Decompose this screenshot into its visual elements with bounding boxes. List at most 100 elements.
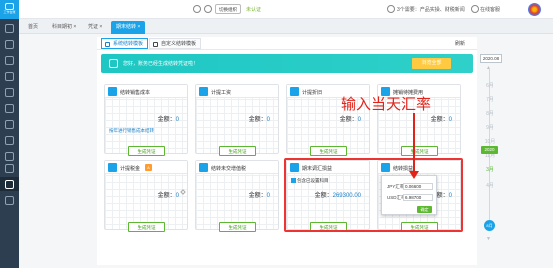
card-amount: 金额：0 bbox=[249, 114, 270, 123]
annotation-arrow bbox=[413, 113, 415, 173]
month-item[interactable]: 8月 bbox=[483, 110, 497, 117]
card-amount: 金额：0 bbox=[158, 190, 179, 199]
card-amount: 金额：0 bbox=[249, 190, 270, 199]
tab-bar: 首页 科目期初 × 凭证 × 期末结转 × bbox=[19, 19, 553, 34]
year-select[interactable]: 2020.08 bbox=[480, 54, 502, 63]
card-sales-cost: 结转销售成本 金额：0 按年进行销售成本结转 生成凭证 bbox=[104, 84, 188, 156]
sales-cost-icon bbox=[108, 87, 117, 96]
month-item[interactable]: 6月 bbox=[483, 82, 497, 89]
subtab-custom-template[interactable]: 自定义结转模板 bbox=[149, 38, 202, 49]
amount-label: 金额： bbox=[430, 117, 449, 123]
generate-voucher-button[interactable]: 生成凭证 bbox=[310, 146, 347, 156]
custom-template-icon bbox=[153, 42, 158, 47]
card-title: 计提税金 bbox=[120, 166, 141, 172]
tax-icon[interactable] bbox=[5, 152, 14, 161]
banner-text: 您好，账务已经生成结转凭证啦！ bbox=[123, 61, 199, 67]
ledger-icon[interactable] bbox=[5, 56, 14, 65]
amount-label: 金额： bbox=[248, 117, 267, 123]
fx-rate-popup: JPY汇率： 0.06600 USD汇率： 6.98700 确定 bbox=[381, 175, 437, 215]
avatar[interactable] bbox=[528, 3, 541, 16]
generate-voucher-button[interactable]: 生成凭证 bbox=[401, 146, 438, 156]
document-icon bbox=[109, 59, 118, 68]
vat-icon bbox=[199, 163, 208, 172]
usd-rate-input[interactable]: 6.98700 bbox=[403, 194, 433, 201]
app-logo[interactable]: 工作台账 bbox=[0, 0, 19, 19]
template-icon bbox=[105, 42, 110, 47]
subtab-label: 系统结转模板 bbox=[113, 41, 144, 47]
home-icon[interactable] bbox=[5, 24, 14, 33]
asset-icon[interactable] bbox=[5, 120, 14, 129]
period-close-icon[interactable] bbox=[5, 180, 14, 189]
card-amount: 金额：0 bbox=[340, 114, 361, 123]
invoice-icon[interactable] bbox=[5, 104, 14, 113]
annual-cost-link[interactable]: 按年进行销售成本结转 bbox=[109, 128, 154, 134]
card-title: 结转未交增值税 bbox=[211, 166, 247, 172]
amount-label: 金额： bbox=[157, 193, 176, 199]
voucher-icon[interactable] bbox=[5, 40, 14, 49]
annotation-text: 输入当天汇率 bbox=[341, 95, 432, 113]
card-amount: 金额：0 bbox=[431, 114, 452, 123]
card-title: 计提工资 bbox=[211, 90, 232, 96]
settings-icon[interactable] bbox=[5, 196, 14, 205]
bell-icon[interactable] bbox=[387, 5, 395, 13]
amount-label: 金额： bbox=[248, 193, 267, 199]
tab-home[interactable]: 首页 bbox=[23, 21, 43, 34]
payroll-icon[interactable] bbox=[5, 136, 14, 145]
browse-all-button[interactable]: 浏览全部 bbox=[412, 58, 451, 69]
month-selector: 2020.08 ▲ 6月 7月 8月 9月 10月 11月 3月 2020 4月… bbox=[480, 52, 502, 266]
messages-text[interactable]: 3个需要：产品实操、财税新闻 bbox=[397, 6, 465, 13]
current-month-dot[interactable]: 8月 bbox=[484, 220, 495, 231]
headset-icon[interactable] bbox=[471, 5, 479, 13]
top-bar: 切换组织 未认证 3个需要：产品实操、财税新闻 在线客服 bbox=[19, 0, 553, 19]
generate-voucher-button[interactable]: 生成凭证 bbox=[128, 146, 165, 156]
tab-voucher[interactable]: 凭证 × bbox=[83, 21, 107, 34]
tax-accrual-icon bbox=[108, 163, 117, 172]
sidebar: 工作台账 bbox=[0, 0, 19, 268]
amount-value: 0 bbox=[448, 117, 452, 123]
month-item[interactable]: 10月 bbox=[483, 138, 497, 145]
success-banner: 您好，账务已经生成结转凭证啦！ 浏览全部 bbox=[101, 54, 473, 73]
card-unpaid-vat: 结转未交增值税 金额：0 生成凭证 bbox=[195, 160, 279, 232]
tab-period-close[interactable]: 期末结转 × bbox=[111, 21, 146, 34]
org-icon[interactable] bbox=[204, 5, 212, 13]
badge-a: A bbox=[145, 164, 152, 171]
amount-label: 金额： bbox=[157, 117, 176, 123]
month-item[interactable]: 9月 bbox=[483, 124, 497, 131]
subtab-bar: 系统结转模板 自定义结转模板 刷新 bbox=[97, 37, 477, 50]
card-amount: 金额：0 bbox=[158, 114, 179, 123]
card-payroll: 计提工资 金额：0 生成凭证 bbox=[195, 84, 279, 156]
month-item[interactable]: 4月 bbox=[483, 182, 497, 189]
cash-icon[interactable] bbox=[5, 88, 14, 97]
amount-value: 0 bbox=[266, 117, 270, 123]
generate-voucher-button[interactable]: 生成凭证 bbox=[219, 222, 256, 232]
switch-org-button[interactable]: 切换组织 bbox=[215, 4, 241, 14]
subtab-system-template[interactable]: 系统结转模板 bbox=[101, 38, 149, 49]
amount-value: 0 bbox=[175, 117, 179, 123]
amount-label: 金额： bbox=[339, 117, 358, 123]
report-icon[interactable] bbox=[5, 72, 14, 81]
jpy-rate-input[interactable]: 0.06600 bbox=[403, 183, 433, 190]
edit-icon[interactable] bbox=[180, 189, 186, 195]
card-tax-accrual: 计提税金 A 金额：0 生成凭证 bbox=[104, 160, 188, 232]
not-certified-link[interactable]: 未认证 bbox=[246, 6, 261, 13]
depreciation-icon bbox=[290, 87, 299, 96]
month-item[interactable]: 7月 bbox=[483, 96, 497, 103]
amount-value: 0 bbox=[357, 117, 361, 123]
card-title: 结转销售成本 bbox=[120, 90, 151, 96]
payroll-card-icon bbox=[199, 87, 208, 96]
generate-voucher-button[interactable]: 生成凭证 bbox=[128, 222, 165, 232]
generate-voucher-button[interactable]: 生成凭证 bbox=[219, 146, 256, 156]
amount-value: 0 bbox=[266, 193, 270, 199]
tab-opening-balance[interactable]: 科目期初 × bbox=[47, 21, 81, 34]
confirm-button[interactable]: 确定 bbox=[417, 206, 432, 213]
subtab-label: 自定义结转模板 bbox=[161, 41, 197, 47]
amount-value: 0 bbox=[175, 193, 179, 199]
current-year-badge: 2020 bbox=[481, 146, 498, 154]
annotation-arrow-head bbox=[409, 171, 419, 179]
online-service-link[interactable]: 在线客服 bbox=[480, 6, 500, 13]
inventory-icon[interactable] bbox=[5, 164, 14, 173]
caret-down-icon[interactable]: ▼ bbox=[486, 236, 491, 242]
refresh-button[interactable]: 刷新 bbox=[455, 40, 465, 47]
month-item-highlight[interactable]: 3月 bbox=[483, 166, 497, 173]
add-icon[interactable] bbox=[193, 5, 201, 13]
